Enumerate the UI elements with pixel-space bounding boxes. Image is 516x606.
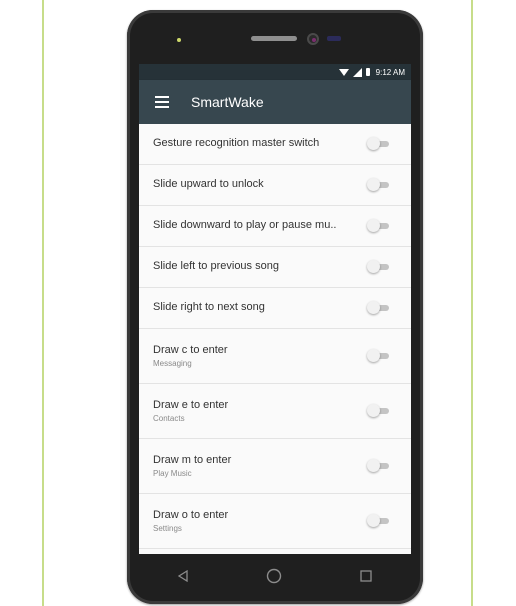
setting-title: Slide downward to play or pause mu.. — [153, 219, 337, 231]
setting-draw-m[interactable]: Draw m to enter Play Music — [139, 439, 411, 494]
setting-slide-up-unlock[interactable]: Slide upward to unlock — [139, 165, 411, 206]
right-guide-line — [471, 0, 473, 606]
screen: 9:12 AM SmartWake Gesture recognition ma… — [139, 64, 411, 554]
battery-icon — [365, 68, 370, 76]
setting-title: Gesture recognition master switch — [153, 137, 320, 149]
toggle-switch[interactable] — [367, 260, 389, 274]
setting-title: Draw m to enter — [153, 454, 232, 466]
setting-subtitle: Play Music — [153, 469, 192, 478]
setting-slide-right-next[interactable]: Slide right to next song — [139, 288, 411, 329]
setting-draw-o[interactable]: Draw o to enter Settings — [139, 494, 411, 549]
phone-frame: 9:12 AM SmartWake Gesture recognition ma… — [127, 10, 423, 604]
setting-subtitle: Contacts — [153, 414, 185, 423]
setting-title: Draw o to enter — [153, 509, 229, 521]
setting-subtitle: Messaging — [153, 359, 192, 368]
toggle-switch[interactable] — [367, 301, 389, 315]
toggle-switch[interactable] — [367, 219, 389, 233]
back-icon[interactable] — [178, 570, 188, 582]
settings-list: Gesture recognition master switch Slide … — [139, 124, 411, 549]
toggle-switch[interactable] — [367, 349, 389, 363]
setting-slide-left-previous[interactable]: Slide left to previous song — [139, 247, 411, 288]
navigation-bar — [139, 556, 411, 596]
status-time: 9:12 AM — [375, 67, 405, 77]
setting-title: Slide left to previous song — [153, 260, 279, 272]
app-bar: SmartWake — [139, 80, 411, 124]
home-icon[interactable] — [266, 568, 282, 584]
toggle-switch[interactable] — [367, 514, 389, 528]
setting-draw-e[interactable]: Draw e to enter Contacts — [139, 384, 411, 439]
toggle-switch[interactable] — [367, 137, 389, 151]
setting-title: Slide right to next song — [153, 301, 265, 313]
front-camera — [307, 33, 319, 45]
setting-title: Slide upward to unlock — [153, 178, 264, 190]
setting-subtitle: Settings — [153, 524, 182, 533]
toggle-switch[interactable] — [367, 459, 389, 473]
app-title: SmartWake — [191, 94, 264, 110]
menu-icon[interactable] — [155, 96, 169, 108]
setting-title: Draw c to enter — [153, 344, 228, 356]
setting-title: Draw e to enter — [153, 399, 229, 411]
notification-led — [177, 38, 181, 42]
signal-icon — [352, 67, 362, 77]
left-guide-line — [42, 0, 44, 606]
setting-slide-down-play-pause[interactable]: Slide downward to play or pause mu.. — [139, 206, 411, 247]
status-bar: 9:12 AM — [139, 64, 411, 80]
proximity-sensor — [327, 36, 341, 41]
toggle-switch[interactable] — [367, 404, 389, 418]
earpiece-speaker — [251, 36, 297, 41]
setting-draw-c[interactable]: Draw c to enter Messaging — [139, 329, 411, 384]
wifi-icon — [338, 68, 349, 76]
toggle-switch[interactable] — [367, 178, 389, 192]
setting-gesture-master-switch[interactable]: Gesture recognition master switch — [139, 124, 411, 165]
recents-icon[interactable] — [360, 570, 372, 582]
